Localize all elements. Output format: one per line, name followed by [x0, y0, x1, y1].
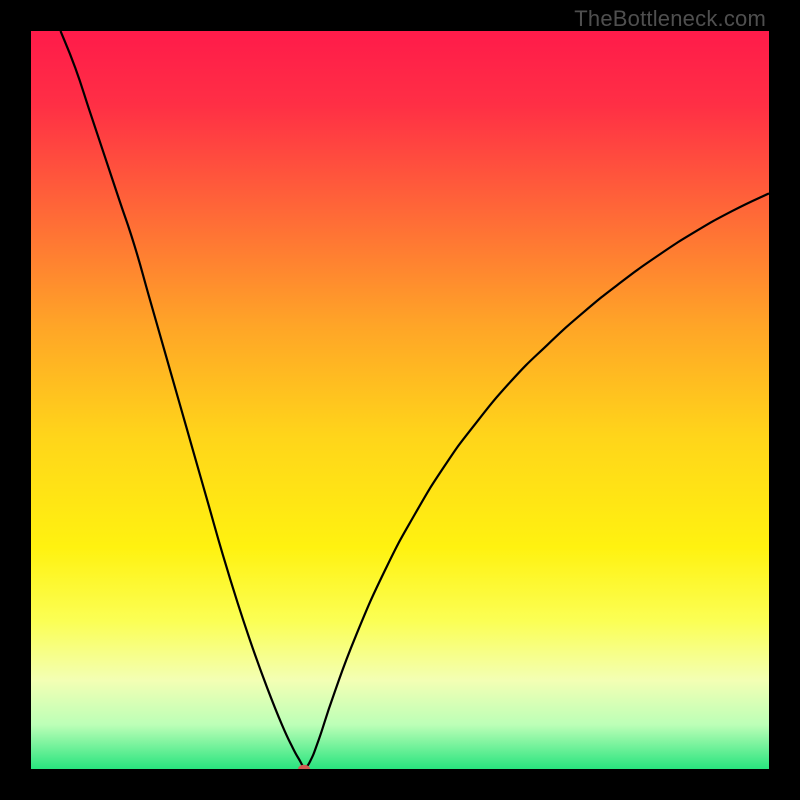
curve-right [304, 193, 769, 769]
plot-area [31, 31, 769, 769]
curve-layer [31, 31, 769, 769]
curve-left [61, 31, 305, 769]
watermark-text: TheBottleneck.com [574, 6, 766, 32]
chart-frame: TheBottleneck.com [0, 0, 800, 800]
